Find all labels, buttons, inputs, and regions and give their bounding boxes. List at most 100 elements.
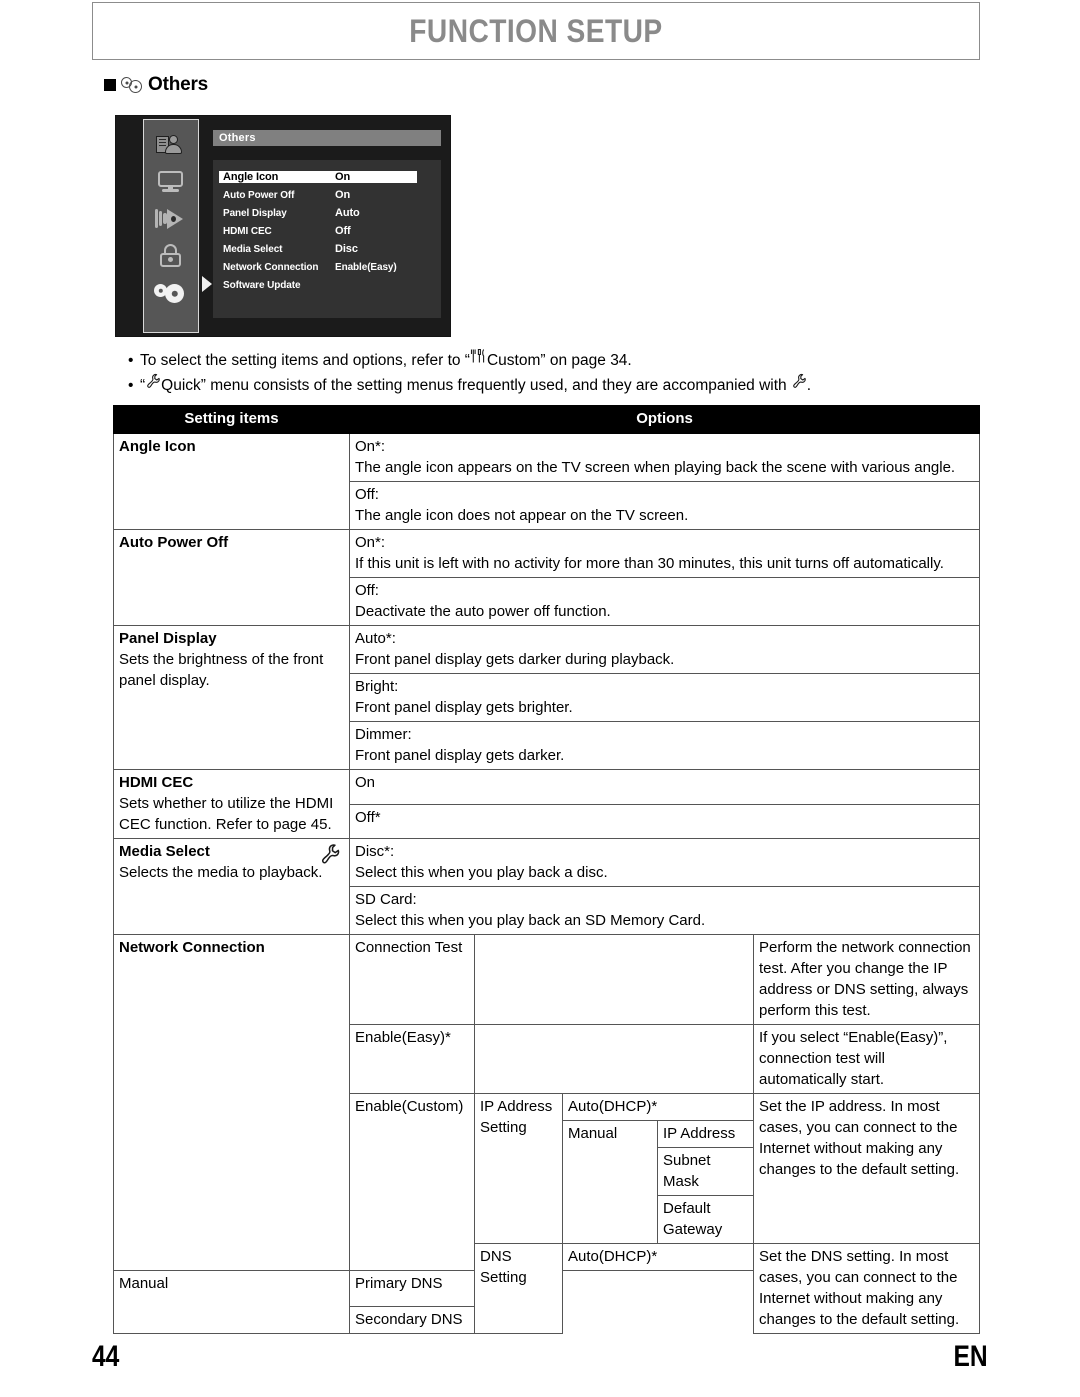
quick-icon <box>147 373 160 388</box>
osd-row-value: Off <box>335 225 351 237</box>
setting-item-angle-icon: Angle Icon <box>113 433 350 530</box>
network-option-ip-desc: Set the IP address. In most cases, you c… <box>752 1093 981 1244</box>
network-option-primary-dns: Primary DNS <box>349 1270 475 1307</box>
setting-item-auto-power-off: Auto Power Off <box>113 529 350 626</box>
gears-icon-selected[interactable] <box>154 281 188 305</box>
quick-icon <box>792 373 806 388</box>
osd-row-value: On <box>335 189 351 201</box>
option-desc: If this unit is left with no activity fo… <box>355 555 944 572</box>
table-header-row: Setting items Options <box>113 405 981 434</box>
custom-icon <box>470 348 485 363</box>
osd-selection-caret-icon <box>202 276 212 292</box>
option-title: Off: <box>355 486 379 503</box>
option-desc: Deactivate the auto power off function. <box>355 603 611 620</box>
table-row-network-connection-test: Network Connection Connection Test Perfo… <box>113 934 981 1271</box>
network-option-subnet-mask: Subnet Mask <box>657 1147 754 1196</box>
setting-item-panel-display: Panel Display Sets the brightness of the… <box>113 625 350 770</box>
setting-item-title: Media Select <box>119 843 210 860</box>
quick-icon <box>321 844 340 864</box>
page-header-bar: FUNCTION SETUP <box>92 2 980 60</box>
display-icon[interactable] <box>154 170 188 194</box>
table-row-auto-power-off: Auto Power Off On*: If this unit is left… <box>113 529 981 626</box>
option-cell: Dimmer: Front panel display gets darker. <box>348 721 981 770</box>
network-option-dns-manual: Manual <box>113 1270 350 1334</box>
option-desc: Select this when you play back a disc. <box>355 864 608 881</box>
osd-row-angle-icon[interactable]: Angle Icon On <box>219 168 441 186</box>
osd-row-value: Auto <box>335 207 360 219</box>
network-option-enable-easy: Enable(Easy)* <box>349 1024 475 1094</box>
column-header-options: Options <box>348 405 981 434</box>
option-title: On*: <box>355 534 386 551</box>
option-title: On*: <box>355 438 386 455</box>
option-cell: Disc*: Select this when you play back a … <box>348 838 981 887</box>
osd-row-panel-display[interactable]: Panel Display Auto <box>219 204 441 222</box>
osd-row-network-connection[interactable]: Network Connection Enable(Easy) <box>219 258 441 276</box>
notes-list: • To select the setting items and option… <box>128 348 988 398</box>
network-option-dns-desc: Set the DNS setting. In most cases, you … <box>752 1243 981 1334</box>
setting-item-media-select: Media Select Selects the media to playba… <box>113 838 350 935</box>
setting-item-network-connection: Network Connection <box>113 934 350 1271</box>
osd-settings-list: Angle Icon On Auto Power Off On Panel Di… <box>213 160 441 318</box>
language-code: EN <box>953 1340 988 1373</box>
option-cell: On*: The angle icon appears on the TV sc… <box>348 433 981 482</box>
network-option-dns-setting: DNS Setting <box>474 1243 563 1334</box>
network-option-connection-test: Connection Test <box>349 934 475 1025</box>
network-option-enable-custom: Enable(Custom) <box>349 1093 475 1271</box>
osd-row-label: HDMI CEC <box>223 225 272 237</box>
osd-row-hdmi-cec[interactable]: HDMI CEC Off <box>219 222 441 240</box>
audio-icon[interactable] <box>154 207 188 231</box>
note-line-1-text-a: To select the setting items and options,… <box>140 352 470 369</box>
settings-table: Setting items Options Angle Icon On*: Th… <box>113 405 981 1334</box>
network-option-default-gateway: Default Gateway <box>657 1195 754 1244</box>
network-option-connection-test-desc: Perform the network connection test. Aft… <box>752 934 981 1025</box>
setting-item-title: Panel Display <box>119 630 217 647</box>
osd-row-label: Software Update <box>223 279 301 291</box>
network-option-enable-easy-desc: If you select “Enable(Easy)”, connection… <box>752 1024 981 1094</box>
bullet-dot-icon: • <box>128 352 134 369</box>
option-desc: The angle icon does not appear on the TV… <box>355 507 689 524</box>
note-line-2: • “ Quick” menu consists of the setting … <box>128 373 988 398</box>
option-title: Bright: <box>355 678 399 695</box>
option-title: Disc*: <box>355 843 395 860</box>
option-cell: Bright: Front panel display gets brighte… <box>348 673 981 722</box>
osd-screenshot: Others Angle Icon On Auto Power Off On P… <box>115 115 451 337</box>
osd-sidebar <box>143 119 199 333</box>
osd-row-media-select[interactable]: Media Select Disc <box>219 240 441 258</box>
option-cell: On <box>348 769 981 805</box>
option-desc: Front panel display gets brighter. <box>355 699 573 716</box>
option-cell: Off: The angle icon does not appear on t… <box>348 481 981 530</box>
osd-title: Others <box>213 130 441 146</box>
note-line-2-text-b: Quick” menu consists of the setting menu… <box>161 377 787 394</box>
lock-icon[interactable] <box>154 244 188 268</box>
osd-row-value: Enable(Easy) <box>335 261 397 273</box>
option-cell: SD Card: Select this when you play back … <box>348 886 981 935</box>
square-bullet-icon <box>104 79 116 91</box>
setting-item-subtext: Sets the brightness of the front panel d… <box>119 651 324 689</box>
table-row-angle-icon: Angle Icon On*: The angle icon appears o… <box>113 433 981 530</box>
network-option-empty <box>474 934 754 1025</box>
note-line-1-text-b: Custom” on page 34. <box>486 352 632 369</box>
osd-main-panel: Others Angle Icon On Auto Power Off On P… <box>213 130 441 322</box>
setting-item-subtext: Sets whether to utilize the HDMI CEC fun… <box>119 795 334 833</box>
osd-row-value: On <box>331 171 417 183</box>
option-desc: Front panel display gets darker during p… <box>355 651 675 668</box>
osd-row-auto-power-off[interactable]: Auto Power Off On <box>219 186 441 204</box>
note-line-1: • To select the setting items and option… <box>128 348 988 373</box>
network-option-ip-setting: IP Address Setting <box>474 1093 563 1244</box>
option-desc: Select this when you play back an SD Mem… <box>355 912 706 929</box>
osd-row-software-update[interactable]: Software Update <box>219 276 441 294</box>
note-line-2-text-c: . <box>806 377 811 394</box>
section-heading: Others <box>104 72 208 98</box>
setting-item-title: HDMI CEC <box>119 774 194 791</box>
option-cell: On*: If this unit is left with no activi… <box>348 529 981 578</box>
network-option-ip-auto: Auto(DHCP)* <box>562 1093 754 1121</box>
option-title: SD Card: <box>355 891 417 908</box>
option-cell: Auto*: Front panel display gets darker d… <box>348 625 981 674</box>
option-desc: Front panel display gets darker. <box>355 747 565 764</box>
column-header-setting-items: Setting items <box>113 405 350 434</box>
option-desc: The angle icon appears on the TV screen … <box>355 459 956 476</box>
media-person-icon[interactable] <box>154 133 188 157</box>
osd-row-label: Panel Display <box>223 207 287 219</box>
osd-row-label: Auto Power Off <box>223 189 295 201</box>
table-row-hdmi-cec: HDMI CEC Sets whether to utilize the HDM… <box>113 769 981 839</box>
